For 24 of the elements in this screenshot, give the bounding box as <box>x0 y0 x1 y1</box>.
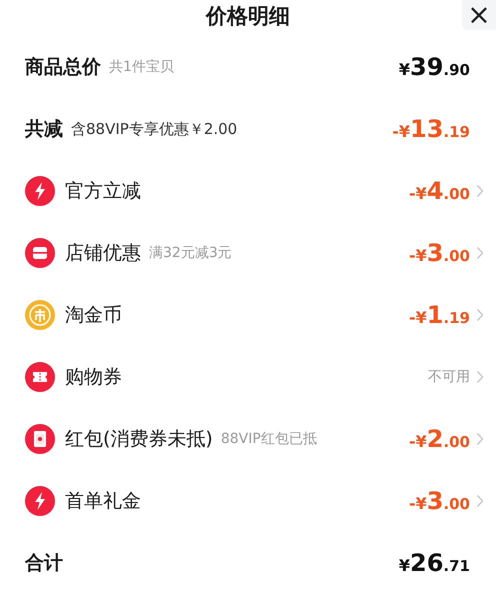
row-label: 官方立减 <box>65 179 141 204</box>
amount: -¥13.19 <box>392 115 470 143</box>
row-note: 88VIP红包已抵 <box>220 430 317 448</box>
amount: -¥3.00 <box>408 487 470 515</box>
row-note: 含88VIP专享优惠￥2.00 <box>71 120 238 138</box>
close-button[interactable]: × <box>462 0 496 30</box>
row-label: 合计 <box>25 551 63 576</box>
row-label: 首单礼金 <box>65 489 141 514</box>
status-text: 不可用 <box>428 368 470 386</box>
amount: ¥39.90 <box>398 53 470 81</box>
amount: -¥4.00 <box>408 177 470 205</box>
amount: -¥1.19 <box>408 301 470 329</box>
sheet-title: 价格明细 <box>206 3 290 30</box>
amount: -¥3.00 <box>408 239 470 267</box>
row-note: 共1件宝贝 <box>109 58 174 76</box>
row-label: 共减 <box>25 117 63 142</box>
amount: -¥2.00 <box>408 425 470 453</box>
row-label: 淘金币 <box>65 303 122 328</box>
row-label: 商品总价 <box>25 55 101 80</box>
row-label: 店铺优惠 <box>65 241 141 266</box>
row-note: 满32元减3元 <box>149 244 232 262</box>
row-label: 购物券 <box>65 365 122 390</box>
row-label: 红包(消费券未抵) <box>65 427 213 452</box>
amount: ¥26.71 <box>398 549 470 577</box>
